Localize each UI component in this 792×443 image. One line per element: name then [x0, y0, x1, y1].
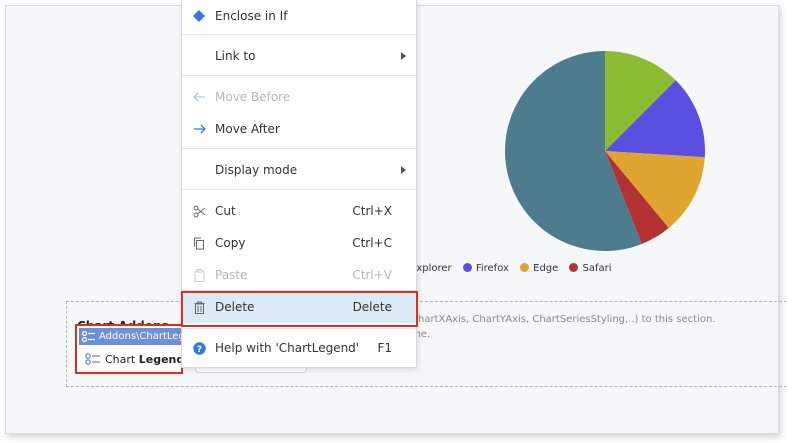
copy-icon: [191, 235, 207, 251]
legend-icon: [82, 330, 95, 342]
clipboard-icon: [191, 267, 207, 283]
component-name-prefix: Chart: [105, 353, 136, 366]
menu-item-help[interactable]: ? Help with 'ChartLegend' F1: [182, 332, 416, 364]
chart-legend: Explorer Firefox Edge Safari: [410, 263, 620, 274]
diamond-icon: [191, 8, 207, 24]
menu-separator: [182, 75, 416, 76]
help-icon: ?: [191, 340, 207, 356]
component-body[interactable]: Chart Legend: [85, 353, 183, 366]
menu-item-move-after[interactable]: Move After: [182, 113, 416, 145]
menu-item-shortcut: Ctrl+C: [352, 236, 392, 250]
menu-item-label: Cut: [215, 204, 236, 218]
legend-icon: [85, 353, 100, 365]
legend-swatch: [520, 263, 530, 272]
legend-swatch: [569, 263, 579, 272]
menu-separator: [182, 328, 416, 329]
menu-item-label: Display mode: [215, 163, 298, 177]
submenu-arrow-icon: [401, 52, 406, 60]
menu-item-cut[interactable]: Cut Ctrl+X: [182, 195, 416, 227]
arrow-left-icon: [191, 89, 207, 105]
legend-item-firefox: Firefox: [462, 263, 509, 274]
menu-item-label: Copy: [215, 236, 246, 250]
menu-separator: [182, 148, 416, 149]
delete-highlight-annotation: [181, 291, 418, 327]
legend-item-safari: Safari: [569, 263, 612, 274]
menu-item-label: Paste: [215, 268, 248, 282]
menu-item-shortcut: Ctrl+X: [352, 204, 392, 218]
menu-item-display-mode[interactable]: Display mode: [182, 154, 416, 186]
pie-chart: [505, 51, 705, 251]
legend-label: Safari: [582, 263, 612, 274]
menu-item-label: Enclose in If: [215, 9, 288, 23]
menu-item-label: Move Before: [215, 90, 291, 104]
component-name-bold: Legend: [138, 353, 183, 366]
chart-legend-component[interactable]: Addons\ChartLegend Chart Legend: [75, 324, 183, 374]
component-header[interactable]: Addons\ChartLegend: [79, 328, 181, 345]
menu-separator: [182, 34, 416, 35]
scissors-icon: [191, 203, 207, 219]
menu-item-shortcut: F1: [377, 341, 392, 355]
menu-item-move-before[interactable]: Move Before: [182, 81, 416, 113]
arrow-right-icon: [191, 121, 207, 137]
legend-item-edge: Edge: [520, 263, 558, 274]
menu-item-label: Link to: [215, 49, 256, 63]
menu-item-label: Help with 'ChartLegend': [215, 341, 360, 355]
addons-hint: ChartXAxis, ChartYAxis, ChartSeriesStyli…: [411, 314, 716, 325]
legend-swatch: [462, 263, 472, 272]
menu-item-label: Move After: [215, 122, 280, 136]
svg-text:?: ?: [196, 345, 201, 355]
menu-item-paste[interactable]: Paste Ctrl+V: [182, 259, 416, 291]
legend-label: Edge: [533, 263, 559, 274]
menu-item-enclose-in-if[interactable]: Enclose in If: [182, 0, 416, 32]
component-header-label: Addons\ChartLegend: [99, 331, 181, 342]
legend-label: Firefox: [475, 263, 509, 274]
submenu-arrow-icon: [401, 166, 406, 174]
menu-item-copy[interactable]: Copy Ctrl+C: [182, 227, 416, 259]
menu-separator: [182, 189, 416, 190]
menu-item-link-to[interactable]: Link to: [182, 40, 416, 72]
menu-item-shortcut: Ctrl+V: [352, 268, 392, 282]
